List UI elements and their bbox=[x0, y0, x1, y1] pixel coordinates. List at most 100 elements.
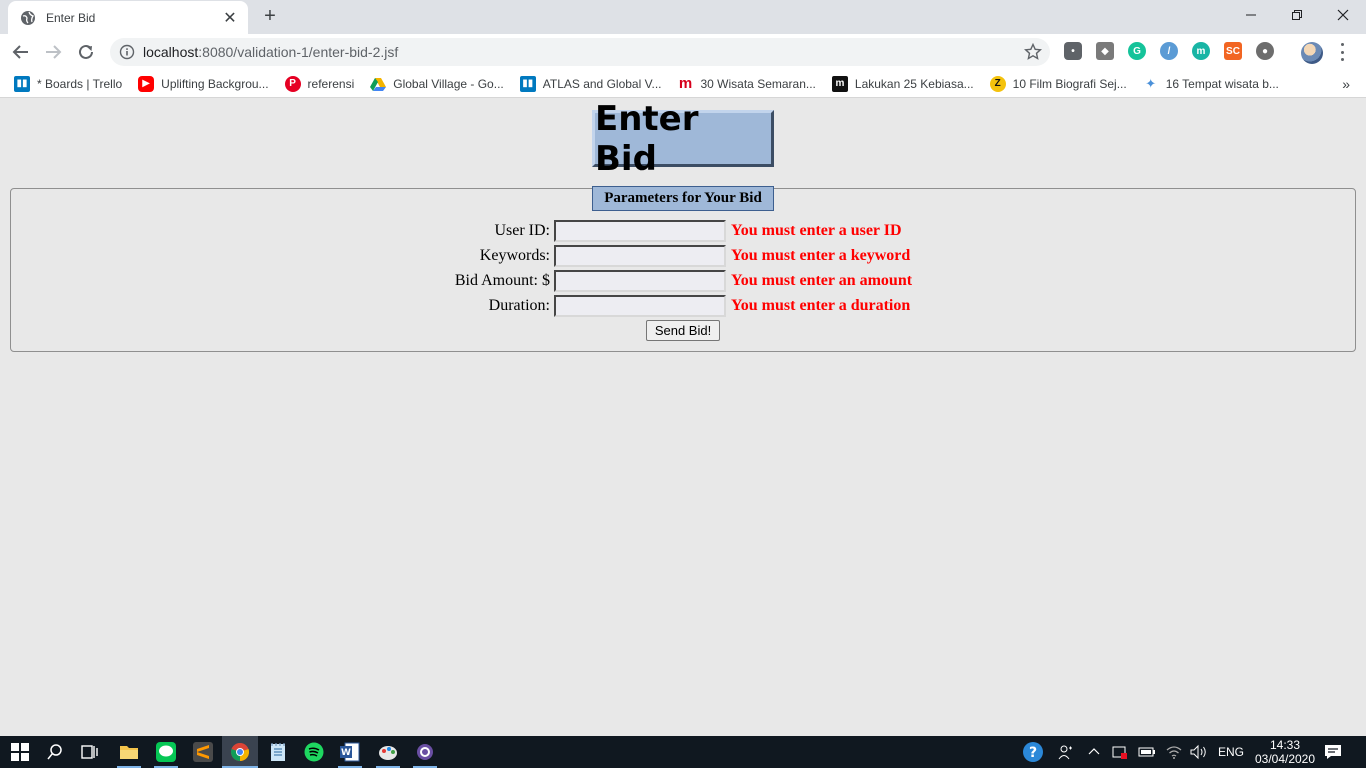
circle-extension-icon[interactable]: ● bbox=[1256, 42, 1274, 60]
tab-strip: Enter Bid ✕ + bbox=[0, 0, 1366, 34]
bookmark-item[interactable]: ▮▮ * Boards | Trello bbox=[14, 75, 123, 92]
arrow-left-icon bbox=[12, 45, 28, 59]
reload-button[interactable] bbox=[75, 41, 97, 63]
keywords-input[interactable] bbox=[554, 245, 726, 267]
reload-icon bbox=[79, 44, 93, 59]
user-id-row: User ID: You must enter a user ID bbox=[0, 220, 1366, 242]
bookmark-item[interactable]: m 30 Wisata Semaran... bbox=[677, 75, 816, 92]
m-logo-icon: m bbox=[677, 75, 694, 92]
trello-icon: ▮▮ bbox=[519, 75, 536, 92]
minimize-button[interactable] bbox=[1228, 0, 1274, 30]
notification-icon bbox=[1325, 745, 1341, 759]
bid-amount-row: Bid Amount: $ You must enter an amount bbox=[0, 270, 1366, 292]
profile-avatar[interactable] bbox=[1301, 42, 1323, 64]
search-button[interactable] bbox=[43, 740, 67, 764]
grammarly-extension-icon[interactable]: G bbox=[1128, 42, 1146, 60]
taskbar-sublime[interactable] bbox=[191, 740, 215, 764]
arrow-right-icon bbox=[46, 45, 62, 59]
info-icon[interactable] bbox=[119, 44, 135, 60]
line-extension-icon[interactable]: • bbox=[1064, 42, 1082, 60]
clock-date: 03/04/2020 bbox=[1254, 752, 1316, 766]
address-bar[interactable]: localhost:8080/validation-1/enter-bid-2.… bbox=[110, 38, 1050, 66]
clock[interactable]: 14:33 03/04/2020 bbox=[1250, 738, 1320, 766]
bookmark-label: 16 Tempat wisata b... bbox=[1165, 76, 1279, 91]
action-center-button[interactable] bbox=[1321, 740, 1345, 764]
start-button[interactable] bbox=[8, 740, 32, 764]
forward-button[interactable] bbox=[42, 41, 64, 63]
bid-amount-input[interactable] bbox=[554, 270, 726, 292]
taskbar-line[interactable] bbox=[154, 740, 178, 764]
bookmark-label: Global Village - Go... bbox=[393, 76, 504, 91]
help-icon[interactable]: ? bbox=[1022, 741, 1044, 763]
bookmarks-bar: ▮▮ * Boards | Trello ▶ Uplifting Backgrou.… bbox=[0, 70, 1366, 98]
svg-text:?: ? bbox=[1029, 745, 1037, 761]
bookmark-label: Uplifting Backgrou... bbox=[161, 76, 269, 91]
browser-toolbar: localhost:8080/validation-1/enter-bid-2.… bbox=[0, 34, 1366, 70]
sc-extension-icon[interactable]: SC bbox=[1224, 42, 1242, 60]
bookmark-label: referensi bbox=[307, 76, 355, 91]
chevron-up-icon[interactable] bbox=[1088, 746, 1100, 758]
bookmark-item[interactable]: Z 10 Film Biografi Sej... bbox=[989, 75, 1127, 92]
restore-button[interactable] bbox=[1274, 0, 1320, 30]
user-id-input[interactable] bbox=[554, 220, 726, 242]
globe-icon bbox=[21, 10, 35, 25]
youtube-icon: ▶ bbox=[138, 75, 155, 92]
bookmark-label: 10 Film Biografi Sej... bbox=[1012, 76, 1127, 91]
bookmark-label: ATLAS and Global V... bbox=[542, 76, 662, 91]
battery-icon[interactable] bbox=[1138, 745, 1156, 759]
task-view-button[interactable] bbox=[78, 740, 102, 764]
bookmark-item[interactable]: m Lakukan 25 Kebiasa... bbox=[831, 75, 974, 92]
duration-input[interactable] bbox=[554, 295, 726, 317]
bookmark-item[interactable]: Preferensi bbox=[284, 75, 355, 92]
close-window-button[interactable] bbox=[1320, 0, 1366, 30]
windows-logo-icon bbox=[11, 743, 29, 761]
fieldset-legend: Parameters for Your Bid bbox=[592, 186, 774, 211]
sublime-text-icon bbox=[193, 742, 213, 762]
windows-taskbar: W ? ENG 14:33 03/04/2020 bbox=[0, 736, 1366, 768]
new-tab-button[interactable]: + bbox=[260, 6, 280, 26]
restore-icon bbox=[1292, 10, 1302, 20]
bookmark-item[interactable]: ▶ Uplifting Backgrou... bbox=[138, 75, 269, 92]
feather-extension-icon[interactable]: / bbox=[1160, 42, 1178, 60]
people-icon[interactable] bbox=[1058, 744, 1074, 760]
close-tab-icon[interactable]: ✕ bbox=[222, 8, 238, 28]
wifi-icon[interactable] bbox=[1166, 745, 1182, 759]
language-indicator[interactable]: ENG bbox=[1218, 745, 1244, 759]
taskbar-word[interactable]: W bbox=[338, 740, 362, 764]
browser-menu-icon[interactable] bbox=[1336, 43, 1348, 61]
user-id-label: User ID: bbox=[494, 222, 550, 239]
cube-extension-icon[interactable]: ◆ bbox=[1096, 42, 1114, 60]
notepad-icon bbox=[271, 743, 285, 761]
page-content: Enter Bid Parameters for Your Bid User I… bbox=[0, 99, 1366, 736]
taskbar-app[interactable] bbox=[413, 740, 437, 764]
keywords-error: You must enter a keyword bbox=[731, 247, 911, 264]
close-icon bbox=[1337, 9, 1349, 21]
paint-icon bbox=[379, 746, 397, 760]
more-bookmarks-icon[interactable]: » bbox=[1342, 76, 1350, 92]
bookmark-item[interactable]: ✦ 16 Tempat wisata b... bbox=[1142, 75, 1279, 92]
m-extension-icon[interactable]: m bbox=[1192, 42, 1210, 60]
browser-tab[interactable]: Enter Bid ✕ bbox=[8, 1, 248, 34]
back-button[interactable] bbox=[10, 41, 32, 63]
keywords-row: Keywords: You must enter a keyword bbox=[0, 245, 1366, 267]
bookmark-star-icon[interactable] bbox=[1024, 43, 1042, 61]
send-bid-button[interactable]: Send Bid! bbox=[646, 320, 720, 341]
url-text: localhost:8080/validation-1/enter-bid-2.… bbox=[143, 44, 1024, 60]
user-id-error: You must enter a user ID bbox=[731, 222, 902, 239]
bird-icon: ✦ bbox=[1142, 75, 1159, 92]
bookmark-label: * Boards | Trello bbox=[37, 76, 123, 91]
task-view-icon bbox=[81, 745, 98, 759]
clock-time: 14:33 bbox=[1269, 738, 1301, 752]
taskbar-spotify[interactable] bbox=[302, 740, 326, 764]
security-alert-icon[interactable] bbox=[1112, 744, 1128, 760]
line-app-icon bbox=[156, 742, 176, 762]
bookmark-item[interactable]: ▮▮ ATLAS and Global V... bbox=[519, 75, 662, 92]
taskbar-file-explorer[interactable] bbox=[117, 740, 141, 764]
taskbar-chrome[interactable] bbox=[228, 740, 252, 764]
volume-icon[interactable] bbox=[1190, 744, 1208, 760]
spotify-icon bbox=[304, 742, 324, 762]
taskbar-notepad[interactable] bbox=[266, 740, 290, 764]
duration-error: You must enter a duration bbox=[731, 297, 911, 314]
taskbar-paint[interactable] bbox=[376, 740, 400, 764]
bookmark-item[interactable]: Global Village - Go... bbox=[370, 76, 504, 92]
